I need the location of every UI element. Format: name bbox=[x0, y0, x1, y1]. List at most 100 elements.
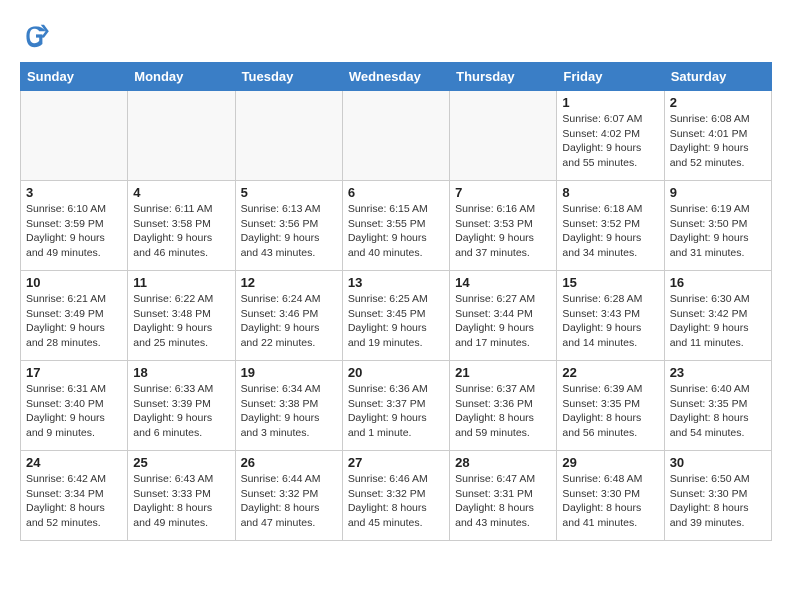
day-info: Sunrise: 6:44 AM Sunset: 3:32 PM Dayligh… bbox=[241, 472, 337, 531]
day-info: Sunrise: 6:28 AM Sunset: 3:43 PM Dayligh… bbox=[562, 292, 658, 351]
day-number: 14 bbox=[455, 275, 551, 290]
day-number: 8 bbox=[562, 185, 658, 200]
day-number: 5 bbox=[241, 185, 337, 200]
day-info: Sunrise: 6:10 AM Sunset: 3:59 PM Dayligh… bbox=[26, 202, 122, 261]
weekday-header: Tuesday bbox=[235, 63, 342, 91]
weekday-header: Monday bbox=[128, 63, 235, 91]
calendar-cell: 21Sunrise: 6:37 AM Sunset: 3:36 PM Dayli… bbox=[450, 361, 557, 451]
day-info: Sunrise: 6:13 AM Sunset: 3:56 PM Dayligh… bbox=[241, 202, 337, 261]
weekday-header: Wednesday bbox=[342, 63, 449, 91]
calendar-cell: 10 Sunrise: 6:21 AM Sunset: 3:49 PM Dayli… bbox=[21, 271, 128, 361]
day-number: 9 bbox=[670, 185, 766, 200]
calendar-cell: 4Sunrise: 6:11 AM Sunset: 3:58 PM Daylig… bbox=[128, 181, 235, 271]
day-number: 28 bbox=[455, 455, 551, 470]
calendar-cell: 12 Sunrise: 6:24 AM Sunset: 3:46 PM Dayli… bbox=[235, 271, 342, 361]
day-info: Sunrise: 6:25 AM Sunset: 3:45 PM Dayligh… bbox=[348, 292, 444, 351]
day-number: 6 bbox=[348, 185, 444, 200]
page-header bbox=[20, 20, 772, 52]
calendar-cell: 14 Sunrise: 6:27 AM Sunset: 3:44 PM Dayli… bbox=[450, 271, 557, 361]
day-number: 15 bbox=[562, 275, 658, 290]
day-number: 13 bbox=[348, 275, 444, 290]
weekday-header: Thursday bbox=[450, 63, 557, 91]
calendar-cell: 2 Sunrise: 6:08 AM Sunset: 4:01 PM Daylig… bbox=[664, 91, 771, 181]
day-number: 27 bbox=[348, 455, 444, 470]
day-info: Sunrise: 6:37 AM Sunset: 3:36 PM Dayligh… bbox=[455, 382, 551, 441]
day-number: 19 bbox=[241, 365, 337, 380]
day-info: Sunrise: 6:31 AM Sunset: 3:40 PM Dayligh… bbox=[26, 382, 122, 441]
calendar-cell: 20 Sunrise: 6:36 AM Sunset: 3:37 PM Dayli… bbox=[342, 361, 449, 451]
calendar-cell: 30Sunrise: 6:50 AM Sunset: 3:30 PM Dayli… bbox=[664, 451, 771, 541]
calendar-cell: 27 Sunrise: 6:46 AM Sunset: 3:32 PM Dayli… bbox=[342, 451, 449, 541]
calendar-cell: 1 Sunrise: 6:07 AM Sunset: 4:02 PM Daylig… bbox=[557, 91, 664, 181]
calendar-cell bbox=[21, 91, 128, 181]
calendar-cell: 15 Sunrise: 6:28 AM Sunset: 3:43 PM Dayli… bbox=[557, 271, 664, 361]
day-number: 4 bbox=[133, 185, 229, 200]
calendar-cell: 26 Sunrise: 6:44 AM Sunset: 3:32 PM Dayli… bbox=[235, 451, 342, 541]
day-info: Sunrise: 6:27 AM Sunset: 3:44 PM Dayligh… bbox=[455, 292, 551, 351]
calendar-cell: 28Sunrise: 6:47 AM Sunset: 3:31 PM Dayli… bbox=[450, 451, 557, 541]
day-info: Sunrise: 6:34 AM Sunset: 3:38 PM Dayligh… bbox=[241, 382, 337, 441]
calendar-body: 1 Sunrise: 6:07 AM Sunset: 4:02 PM Daylig… bbox=[21, 91, 772, 541]
day-info: Sunrise: 6:15 AM Sunset: 3:55 PM Dayligh… bbox=[348, 202, 444, 261]
day-number: 12 bbox=[241, 275, 337, 290]
day-number: 22 bbox=[562, 365, 658, 380]
day-info: Sunrise: 6:39 AM Sunset: 3:35 PM Dayligh… bbox=[562, 382, 658, 441]
weekday-header: Saturday bbox=[664, 63, 771, 91]
day-number: 1 bbox=[562, 95, 658, 110]
calendar-table: SundayMondayTuesdayWednesdayThursdayFrid… bbox=[20, 62, 772, 541]
day-info: Sunrise: 6:48 AM Sunset: 3:30 PM Dayligh… bbox=[562, 472, 658, 531]
calendar-cell: 13 Sunrise: 6:25 AM Sunset: 3:45 PM Dayli… bbox=[342, 271, 449, 361]
day-info: Sunrise: 6:33 AM Sunset: 3:39 PM Dayligh… bbox=[133, 382, 229, 441]
day-info: Sunrise: 6:36 AM Sunset: 3:37 PM Dayligh… bbox=[348, 382, 444, 441]
day-info: Sunrise: 6:22 AM Sunset: 3:48 PM Dayligh… bbox=[133, 292, 229, 351]
day-number: 2 bbox=[670, 95, 766, 110]
calendar-cell: 22 Sunrise: 6:39 AM Sunset: 3:35 PM Dayli… bbox=[557, 361, 664, 451]
calendar-cell bbox=[342, 91, 449, 181]
calendar-cell: 3 Sunrise: 6:10 AM Sunset: 3:59 PM Daylig… bbox=[21, 181, 128, 271]
calendar-cell: 6 Sunrise: 6:15 AM Sunset: 3:55 PM Daylig… bbox=[342, 181, 449, 271]
calendar-week-row: 1 Sunrise: 6:07 AM Sunset: 4:02 PM Daylig… bbox=[21, 91, 772, 181]
day-number: 20 bbox=[348, 365, 444, 380]
day-number: 24 bbox=[26, 455, 122, 470]
calendar-cell: 5 Sunrise: 6:13 AM Sunset: 3:56 PM Daylig… bbox=[235, 181, 342, 271]
day-info: Sunrise: 6:07 AM Sunset: 4:02 PM Dayligh… bbox=[562, 112, 658, 171]
calendar-cell: 17 Sunrise: 6:31 AM Sunset: 3:40 PM Dayli… bbox=[21, 361, 128, 451]
calendar-week-row: 24 Sunrise: 6:42 AM Sunset: 3:34 PM Dayli… bbox=[21, 451, 772, 541]
day-info: Sunrise: 6:08 AM Sunset: 4:01 PM Dayligh… bbox=[670, 112, 766, 171]
calendar-cell: 11 Sunrise: 6:22 AM Sunset: 3:48 PM Dayli… bbox=[128, 271, 235, 361]
calendar-cell: 7 Sunrise: 6:16 AM Sunset: 3:53 PM Daylig… bbox=[450, 181, 557, 271]
calendar-week-row: 3 Sunrise: 6:10 AM Sunset: 3:59 PM Daylig… bbox=[21, 181, 772, 271]
calendar-cell: 24 Sunrise: 6:42 AM Sunset: 3:34 PM Dayli… bbox=[21, 451, 128, 541]
day-number: 18 bbox=[133, 365, 229, 380]
day-info: Sunrise: 6:21 AM Sunset: 3:49 PM Dayligh… bbox=[26, 292, 122, 351]
calendar-week-row: 17 Sunrise: 6:31 AM Sunset: 3:40 PM Dayli… bbox=[21, 361, 772, 451]
calendar-cell: 16Sunrise: 6:30 AM Sunset: 3:42 PM Dayli… bbox=[664, 271, 771, 361]
calendar-cell: 23 Sunrise: 6:40 AM Sunset: 3:35 PM Dayli… bbox=[664, 361, 771, 451]
calendar-cell: 18 Sunrise: 6:33 AM Sunset: 3:39 PM Dayli… bbox=[128, 361, 235, 451]
calendar-cell bbox=[450, 91, 557, 181]
day-info: Sunrise: 6:46 AM Sunset: 3:32 PM Dayligh… bbox=[348, 472, 444, 531]
calendar-cell bbox=[235, 91, 342, 181]
day-info: Sunrise: 6:42 AM Sunset: 3:34 PM Dayligh… bbox=[26, 472, 122, 531]
day-info: Sunrise: 6:18 AM Sunset: 3:52 PM Dayligh… bbox=[562, 202, 658, 261]
day-number: 7 bbox=[455, 185, 551, 200]
calendar-cell bbox=[128, 91, 235, 181]
day-number: 10 bbox=[26, 275, 122, 290]
day-number: 23 bbox=[670, 365, 766, 380]
day-number: 26 bbox=[241, 455, 337, 470]
day-number: 25 bbox=[133, 455, 229, 470]
day-number: 3 bbox=[26, 185, 122, 200]
day-number: 29 bbox=[562, 455, 658, 470]
day-number: 17 bbox=[26, 365, 122, 380]
day-info: Sunrise: 6:19 AM Sunset: 3:50 PM Dayligh… bbox=[670, 202, 766, 261]
day-number: 11 bbox=[133, 275, 229, 290]
day-info: Sunrise: 6:24 AM Sunset: 3:46 PM Dayligh… bbox=[241, 292, 337, 351]
day-info: Sunrise: 6:30 AM Sunset: 3:42 PM Dayligh… bbox=[670, 292, 766, 351]
day-info: Sunrise: 6:16 AM Sunset: 3:53 PM Dayligh… bbox=[455, 202, 551, 261]
calendar-cell: 25Sunrise: 6:43 AM Sunset: 3:33 PM Dayli… bbox=[128, 451, 235, 541]
calendar-cell: 9 Sunrise: 6:19 AM Sunset: 3:50 PM Daylig… bbox=[664, 181, 771, 271]
calendar-cell: 19 Sunrise: 6:34 AM Sunset: 3:38 PM Dayli… bbox=[235, 361, 342, 451]
calendar-week-row: 10 Sunrise: 6:21 AM Sunset: 3:49 PM Dayli… bbox=[21, 271, 772, 361]
weekday-header: Sunday bbox=[21, 63, 128, 91]
day-info: Sunrise: 6:40 AM Sunset: 3:35 PM Dayligh… bbox=[670, 382, 766, 441]
